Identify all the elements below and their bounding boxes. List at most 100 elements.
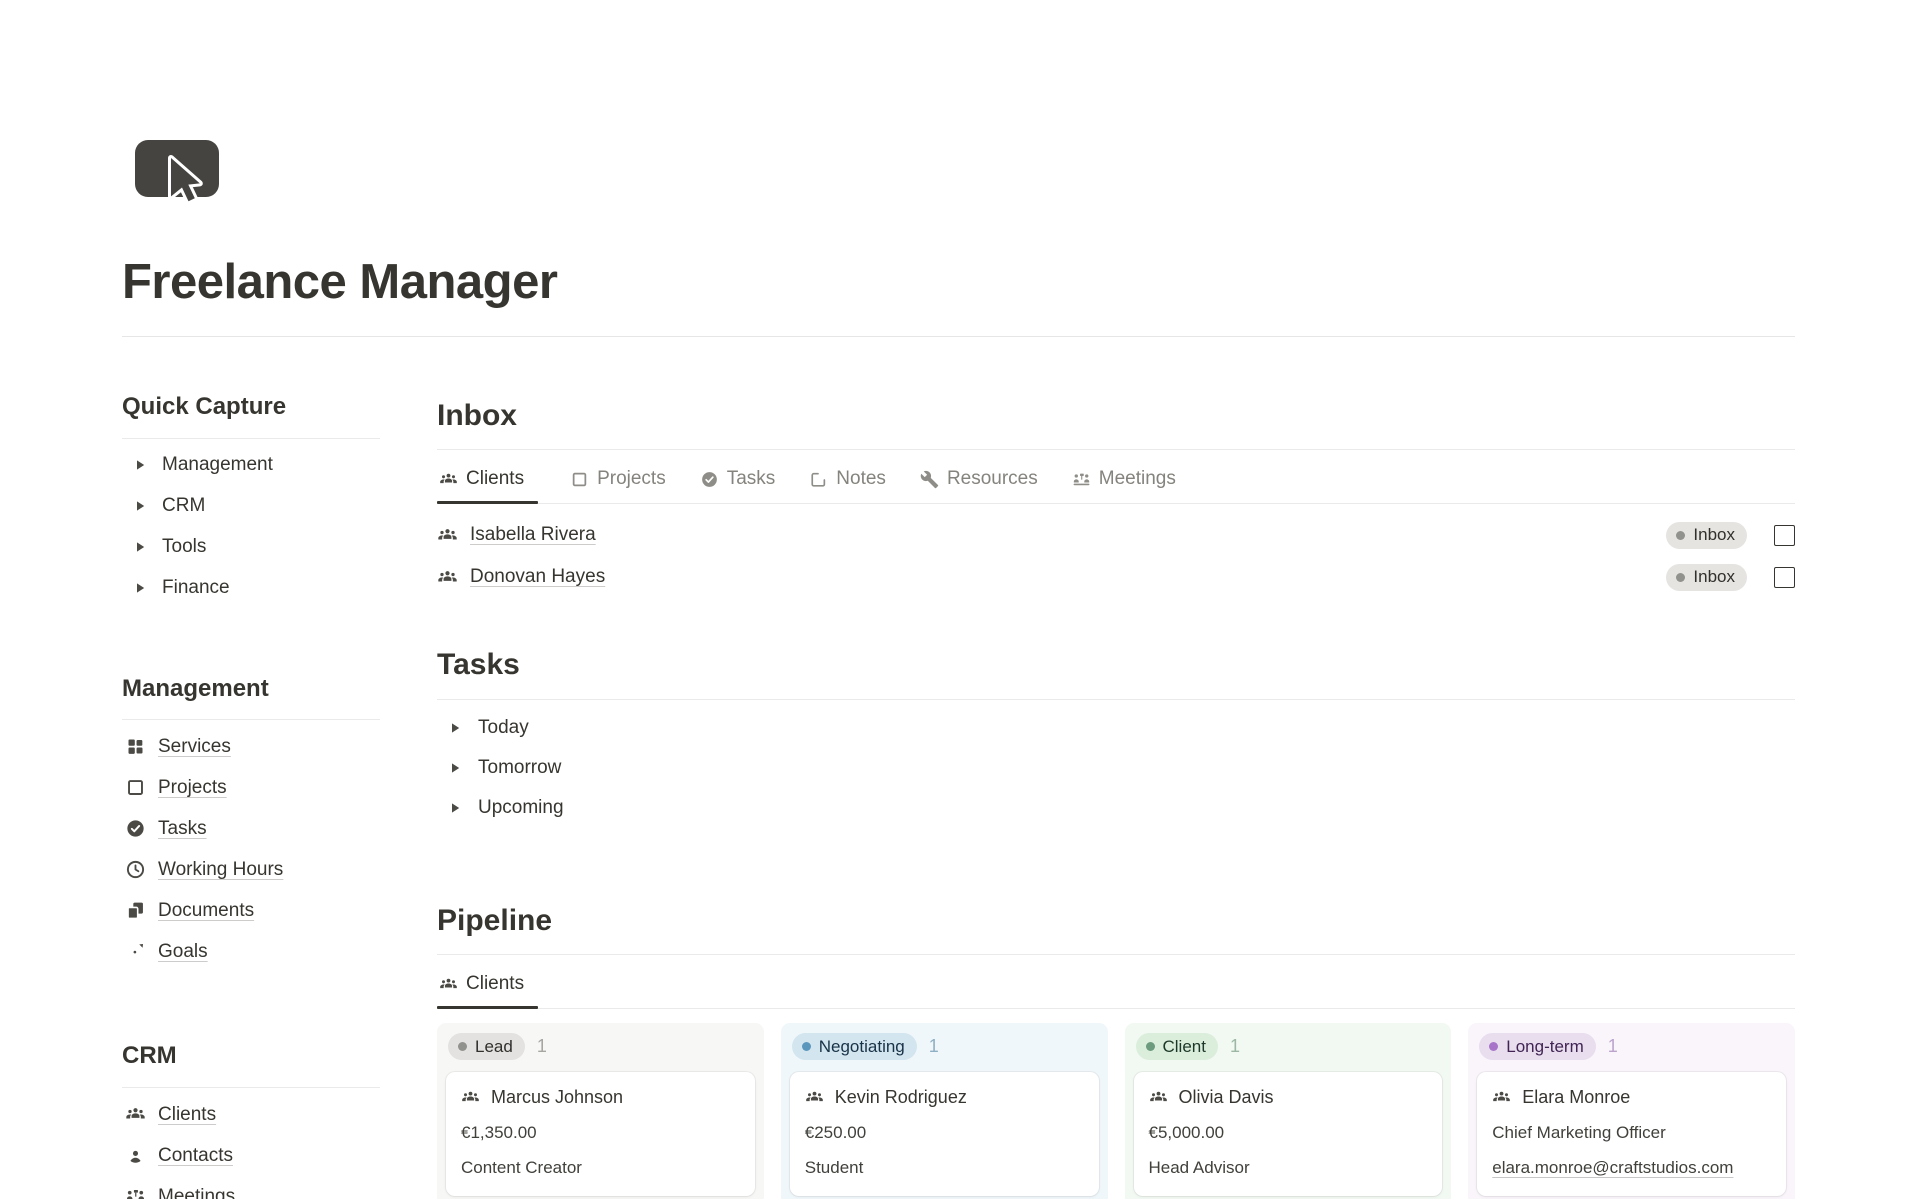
check-circle-icon	[125, 818, 146, 839]
task-group-tomorrow[interactable]: Tomorrow	[437, 748, 1795, 788]
meeting-icon	[1072, 470, 1091, 489]
page-title: Freelance Manager	[122, 253, 1795, 312]
sidebar-toggle-management[interactable]: Management	[122, 445, 380, 486]
pipeline-tab-clients[interactable]: Clients	[437, 965, 538, 1008]
sidebar-link-label: Clients	[158, 1104, 216, 1126]
card-role: Content Creator	[461, 1158, 740, 1178]
sidebar-item-tasks[interactable]: Tasks	[122, 808, 380, 849]
board-column-long-term: Long-term 1 Elara Monroe Chief Marketing…	[1468, 1023, 1795, 1199]
toggle-caret-icon	[133, 499, 147, 513]
documents-icon	[125, 900, 146, 921]
sidebar-link-label: Meetings	[158, 1186, 235, 1199]
sidebar-section-crm: CRM Clients Contacts Meetings	[122, 1042, 380, 1199]
tab-meetings[interactable]: Meetings	[1070, 460, 1178, 503]
status-badge-inbox[interactable]: Inbox	[1666, 564, 1747, 591]
status-dot	[458, 1042, 467, 1051]
sidebar-item-goals[interactable]: Goals	[122, 931, 380, 972]
sidebar-item-projects[interactable]: Projects	[122, 767, 380, 808]
badge-label: Inbox	[1693, 525, 1735, 545]
tab-label: Clients	[466, 468, 524, 490]
sidebar-toggle-finance[interactable]: Finance	[122, 568, 380, 609]
square-icon	[125, 777, 146, 798]
sidebar-link-label: Projects	[158, 777, 227, 799]
task-group-upcoming[interactable]: Upcoming	[437, 788, 1795, 828]
client-card-marcus-johnson[interactable]: Marcus Johnson €1,350.00 Content Creator	[446, 1072, 755, 1196]
people-icon	[461, 1088, 480, 1107]
clock-icon	[125, 859, 146, 880]
board-column-negotiating: Negotiating 1 Kevin Rodriguez €250.00 St…	[781, 1023, 1108, 1199]
column-count: 1	[1608, 1036, 1618, 1057]
status-pill-lead[interactable]: Lead	[448, 1033, 525, 1060]
page-icon[interactable]	[135, 140, 1795, 217]
tab-resources[interactable]: Resources	[918, 460, 1040, 503]
tab-label: Clients	[466, 973, 524, 995]
column-count: 1	[537, 1036, 547, 1057]
pipeline-tabs: Clients	[437, 965, 1795, 1009]
tab-label: Resources	[947, 468, 1038, 490]
freelance-manager-page: Freelance Manager Quick Capture Manageme…	[0, 0, 1920, 1199]
sidebar-item-contacts[interactable]: Contacts	[122, 1135, 380, 1176]
sidebar-item-meetings[interactable]: Meetings	[122, 1176, 380, 1199]
card-name: Elara Monroe	[1522, 1087, 1630, 1108]
sidebar: Quick Capture Management CRM Tools	[122, 337, 380, 1199]
toggle-caret-icon	[448, 761, 462, 775]
sidebar-item-services[interactable]: Services	[122, 726, 380, 767]
sidebar-item-working-hours[interactable]: Working Hours	[122, 849, 380, 890]
sidebar-toggle-tools[interactable]: Tools	[122, 527, 380, 568]
section-divider	[437, 954, 1795, 955]
client-card-olivia-davis[interactable]: Olivia Davis €5,000.00 Head Advisor	[1134, 1072, 1443, 1196]
target-icon	[125, 941, 146, 962]
sidebar-item-documents[interactable]: Documents	[122, 890, 380, 931]
tasks-heading: Tasks	[437, 648, 1795, 683]
card-email-link[interactable]: elara.monroe@craftstudios.com	[1492, 1158, 1771, 1178]
sidebar-toggle-crm[interactable]: CRM	[122, 486, 380, 527]
people-icon	[1492, 1088, 1511, 1107]
check-circle-icon	[700, 470, 719, 489]
sidebar-link-label: Documents	[158, 900, 254, 922]
status-dot	[1676, 573, 1685, 582]
status-badge-inbox[interactable]: Inbox	[1666, 522, 1747, 549]
sidebar-link-label: Tasks	[158, 818, 207, 840]
section-divider	[437, 449, 1795, 450]
tab-notes[interactable]: Notes	[807, 460, 888, 503]
status-pill-client[interactable]: Client	[1136, 1033, 1218, 1060]
column-count: 1	[929, 1036, 939, 1057]
people-icon	[437, 525, 458, 546]
client-name-link[interactable]: Isabella Rivera	[470, 524, 596, 546]
card-role: Head Advisor	[1149, 1158, 1428, 1178]
toggle-label: CRM	[162, 495, 205, 517]
badge-label: Inbox	[1693, 567, 1735, 587]
row-checkbox[interactable]	[1774, 567, 1795, 588]
tab-tasks[interactable]: Tasks	[698, 460, 778, 503]
row-checkbox[interactable]	[1774, 525, 1795, 546]
board-column-client: Client 1 Olivia Davis €5,000.00 Head Adv…	[1125, 1023, 1452, 1199]
status-pill-long-term[interactable]: Long-term	[1479, 1033, 1595, 1060]
sidebar-divider	[122, 1087, 380, 1088]
board-column-lead: Lead 1 Marcus Johnson €1,350.00 Content …	[437, 1023, 764, 1199]
column-header: Long-term 1	[1477, 1033, 1786, 1072]
card-title: Marcus Johnson	[461, 1087, 740, 1108]
sidebar-section-quick-capture: Quick Capture Management CRM Tools	[122, 393, 380, 609]
client-name-link[interactable]: Donovan Hayes	[470, 566, 605, 588]
sidebar-link-label: Working Hours	[158, 859, 283, 881]
column-header: Negotiating 1	[790, 1033, 1099, 1072]
status-dot	[1146, 1042, 1155, 1051]
card-amount: €1,350.00	[461, 1123, 740, 1143]
status-pill-negotiating[interactable]: Negotiating	[792, 1033, 917, 1060]
client-card-elara-monroe[interactable]: Elara Monroe Chief Marketing Officer ela…	[1477, 1072, 1786, 1196]
client-card-kevin-rodriguez[interactable]: Kevin Rodriguez €250.00 Student	[790, 1072, 1099, 1196]
toggle-caret-icon	[133, 540, 147, 554]
task-group-today[interactable]: Today	[437, 708, 1795, 748]
tab-label: Meetings	[1099, 468, 1176, 490]
task-group-label: Tomorrow	[478, 757, 561, 779]
main-content: Inbox Clients Projects Tasks	[437, 337, 1795, 1199]
column-header: Lead 1	[446, 1033, 755, 1072]
column-count: 1	[1230, 1036, 1240, 1057]
pipeline-board: Lead 1 Marcus Johnson €1,350.00 Content …	[437, 1023, 1795, 1199]
sidebar-item-clients[interactable]: Clients	[122, 1094, 380, 1135]
tab-projects[interactable]: Projects	[568, 460, 668, 503]
meeting-icon	[125, 1186, 146, 1199]
status-label: Long-term	[1506, 1037, 1583, 1057]
card-title: Elara Monroe	[1492, 1087, 1771, 1108]
tab-clients[interactable]: Clients	[437, 460, 538, 503]
